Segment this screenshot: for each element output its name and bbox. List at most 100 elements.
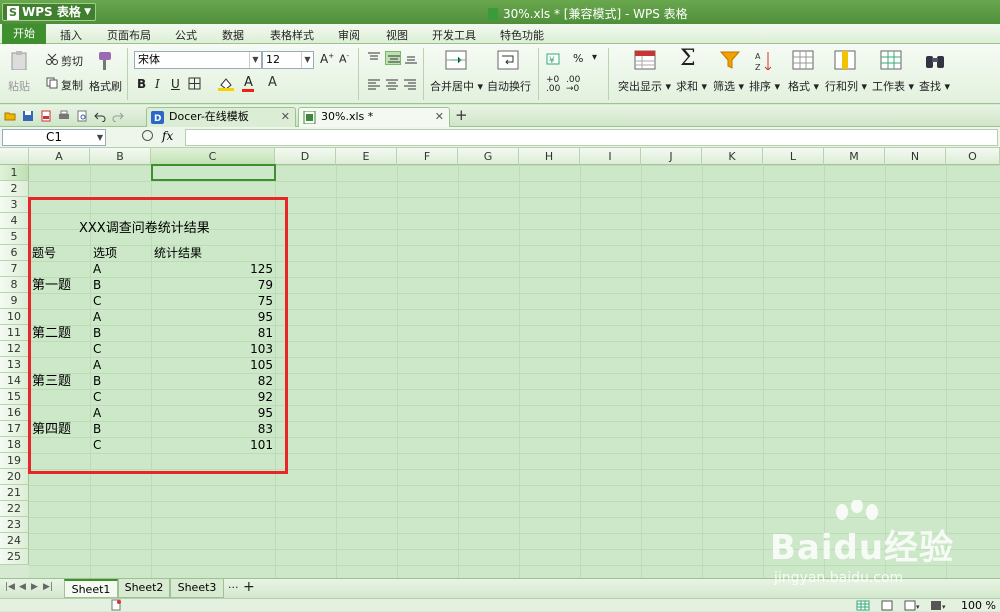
row-header[interactable]: 1 — [0, 165, 29, 181]
new-tab-button[interactable]: + — [455, 106, 468, 124]
row-header[interactable]: 9 — [0, 293, 29, 309]
print-preview-icon[interactable] — [76, 110, 88, 122]
row-header[interactable]: 11 — [0, 325, 29, 341]
page-break-view-icon[interactable]: ▾ — [904, 600, 922, 611]
column-header[interactable]: D — [275, 148, 336, 165]
column-header[interactable]: A — [29, 148, 90, 165]
column-header[interactable]: M — [824, 148, 885, 165]
row-header[interactable]: 3 — [0, 197, 29, 213]
menu-view[interactable]: 视图 — [386, 27, 408, 43]
row-header[interactable]: 16 — [0, 405, 29, 421]
row-header[interactable]: 7 — [0, 261, 29, 277]
tab-active-file[interactable]: 30%.xls * ✕ — [298, 107, 450, 127]
currency-icon[interactable]: ¥ — [546, 52, 560, 66]
fill-color-icon[interactable] — [218, 77, 234, 91]
highlight-button[interactable]: 突出显示 ▾ — [618, 78, 671, 94]
paste-button[interactable]: 粘贴 — [8, 78, 30, 94]
row-header[interactable]: 17 — [0, 421, 29, 437]
font-color-icon[interactable]: A — [244, 75, 253, 90]
zoom-level[interactable]: 100 % — [961, 599, 996, 612]
sheet-tab[interactable]: Sheet1 — [64, 579, 118, 598]
underline-button[interactable]: U — [171, 77, 180, 91]
row-header[interactable]: 23 — [0, 517, 29, 533]
row-header[interactable]: 24 — [0, 533, 29, 549]
row-header[interactable]: 10 — [0, 309, 29, 325]
sheet-tab[interactable]: Sheet3 — [170, 579, 224, 598]
align-right-icon[interactable] — [403, 78, 417, 90]
border-icon[interactable] — [188, 77, 202, 91]
align-left-icon[interactable] — [367, 78, 381, 90]
next-sheet-icon[interactable]: ▶ — [31, 582, 38, 592]
column-header[interactable]: B — [90, 148, 151, 165]
column-header[interactable]: F — [397, 148, 458, 165]
italic-button[interactable]: I — [155, 77, 160, 91]
increase-decimal-button[interactable]: +0.00 — [546, 76, 560, 94]
close-icon[interactable]: ✕ — [281, 108, 290, 126]
align-top-icon[interactable] — [367, 52, 381, 64]
cut-button[interactable]: 剪切 — [61, 53, 83, 69]
selected-cell-c1[interactable] — [151, 164, 276, 181]
row-header[interactable]: 6 — [0, 245, 29, 261]
normal-view-icon[interactable] — [856, 600, 870, 611]
decrease-decimal-button[interactable]: .00 →0 — [566, 76, 580, 94]
row-header[interactable]: 21 — [0, 485, 29, 501]
row-header[interactable]: 13 — [0, 357, 29, 373]
align-bottom-icon[interactable] — [404, 52, 418, 64]
menu-table-style[interactable]: 表格样式 — [270, 27, 314, 43]
pdf-icon[interactable] — [40, 110, 52, 122]
font-size-select[interactable]: 12 ▼ — [262, 51, 314, 69]
reading-view-icon[interactable]: ▾ — [930, 600, 948, 611]
prev-sheet-icon[interactable]: ◀ — [19, 582, 26, 592]
fx-button[interactable]: fx — [162, 129, 173, 143]
row-header[interactable]: 19 — [0, 453, 29, 469]
formula-input[interactable] — [185, 129, 998, 146]
first-sheet-icon[interactable]: |◀ — [5, 582, 15, 592]
save-icon[interactable] — [22, 110, 34, 122]
menu-formulas[interactable]: 公式 — [175, 27, 197, 43]
sum-button[interactable]: 求和 ▾ — [676, 78, 707, 94]
row-header[interactable]: 18 — [0, 437, 29, 453]
row-header[interactable]: 22 — [0, 501, 29, 517]
format-button[interactable]: 格式 ▾ — [788, 78, 819, 94]
last-sheet-icon[interactable]: ▶| — [43, 582, 53, 592]
font-name-select[interactable]: 宋体 ▼ — [134, 51, 262, 69]
row-header[interactable]: 14 — [0, 373, 29, 389]
menu-special[interactable]: 特色功能 — [500, 27, 544, 43]
row-header[interactable]: 8 — [0, 277, 29, 293]
row-header[interactable]: 15 — [0, 389, 29, 405]
comma-style-icon[interactable]: ▾ — [592, 52, 597, 63]
column-header[interactable]: H — [519, 148, 580, 165]
grow-font-icon[interactable]: A+ — [320, 52, 334, 66]
sheet-tab[interactable]: Sheet2 — [118, 579, 170, 598]
merge-center-button[interactable]: 合并居中 ▾ — [430, 78, 483, 94]
shrink-font-icon[interactable]: A- — [339, 52, 349, 66]
app-menu-button[interactable]: S WPS 表格 ▼ — [2, 3, 96, 21]
open-folder-icon[interactable] — [4, 110, 16, 122]
worksheet-button[interactable]: 工作表 ▾ — [872, 78, 914, 94]
row-header[interactable]: 12 — [0, 341, 29, 357]
menu-page-layout[interactable]: 页面布局 — [107, 27, 151, 43]
row-header[interactable]: 4 — [0, 213, 29, 229]
menu-home[interactable]: 开始 — [2, 24, 46, 44]
column-header[interactable]: G — [458, 148, 519, 165]
print-icon[interactable] — [58, 110, 70, 122]
select-all-corner[interactable] — [0, 148, 29, 165]
clear-format-icon[interactable]: A — [268, 75, 277, 90]
add-sheet-button[interactable]: + — [243, 579, 255, 595]
row-header[interactable]: 5 — [0, 229, 29, 245]
row-header[interactable]: 20 — [0, 469, 29, 485]
column-header[interactable]: J — [641, 148, 702, 165]
filter-button[interactable]: 筛选 ▾ — [713, 78, 744, 94]
menu-data[interactable]: 数据 — [222, 27, 244, 43]
column-header[interactable]: L — [763, 148, 824, 165]
row-col-button[interactable]: 行和列 ▾ — [825, 78, 867, 94]
more-sheets-button[interactable]: ··· — [228, 581, 239, 594]
row-header[interactable]: 25 — [0, 549, 29, 565]
row-header[interactable]: 2 — [0, 181, 29, 197]
column-header[interactable]: N — [885, 148, 946, 165]
page-layout-view-icon[interactable] — [880, 600, 894, 611]
format-painter-button[interactable]: 格式刷 — [89, 78, 122, 94]
redo-icon[interactable] — [112, 110, 124, 122]
menu-insert[interactable]: 插入 — [60, 27, 82, 43]
find-button[interactable]: 查找 ▾ — [919, 78, 950, 94]
